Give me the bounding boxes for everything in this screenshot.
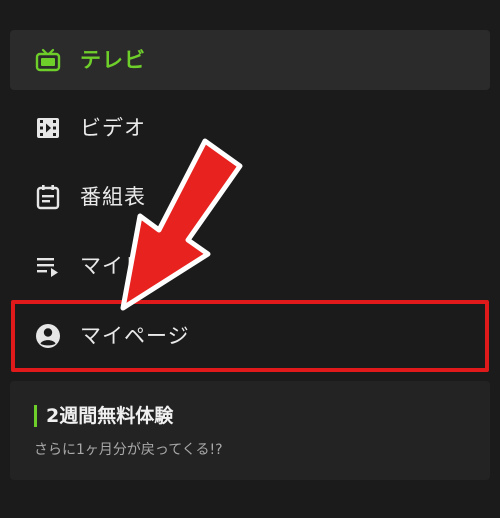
calendar-icon <box>34 183 62 211</box>
menu-item-label: 番組表 <box>80 184 146 209</box>
menu-item-label: ビデオ <box>80 115 146 140</box>
side-menu: テレビ ビデオ 番組表 マイリスト マイページ 2週間無料体験 さらに1ヶ月分が… <box>0 0 500 518</box>
menu-item-video[interactable]: ビデオ <box>10 98 490 158</box>
menu-item-label: マイリスト <box>80 253 190 278</box>
free-trial-card[interactable]: 2週間無料体験 さらに1ヶ月分が戻ってくる!? <box>10 381 490 480</box>
highlight-box <box>11 300 489 372</box>
video-icon <box>34 114 62 142</box>
accent-bar <box>34 405 37 427</box>
menu-item-program-guide[interactable]: 番組表 <box>10 167 490 227</box>
trial-title: 2週間無料体験 <box>46 405 174 427</box>
menu-item-my-list[interactable]: マイリスト <box>10 236 490 296</box>
trial-subtitle: さらに1ヶ月分が戻ってくる!? <box>34 442 223 458</box>
menu-item-label: テレビ <box>80 47 146 72</box>
tv-icon <box>34 46 62 74</box>
menu-item-tv[interactable]: テレビ <box>10 30 490 90</box>
playlist-icon <box>34 252 62 280</box>
